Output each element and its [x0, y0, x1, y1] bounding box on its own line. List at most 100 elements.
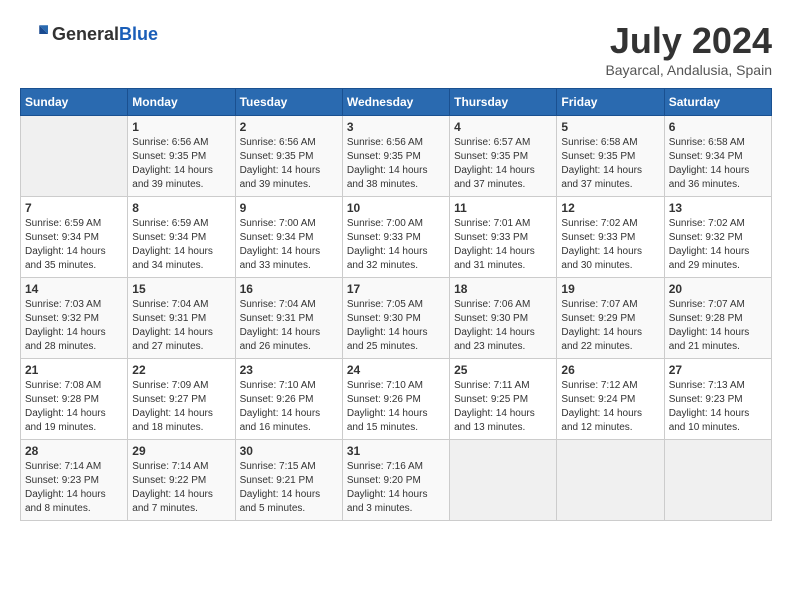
calendar-cell: 10 Sunrise: 7:00 AMSunset: 9:33 PMDayligh…	[342, 197, 449, 278]
calendar-cell: 18Sunrise: 7:06 AMSunset: 9:30 PMDayligh…	[450, 278, 557, 359]
header-day-tuesday: Tuesday	[235, 89, 342, 116]
day-number: 31	[347, 444, 445, 458]
day-info: Sunrise: 7:14 AMSunset: 9:23 PMDaylight:…	[25, 460, 123, 516]
week-row-2: 7Sunrise: 6:59 AMSunset: 9:34 PMDaylight…	[21, 197, 772, 278]
day-info: Sunrise: 6:58 AMSunset: 9:35 PMDaylight:…	[561, 136, 659, 192]
calendar-cell: 23 Sunrise: 7:10 AMSunset: 9:26 PMDayligh…	[235, 359, 342, 440]
calendar-cell: 9 Sunrise: 7:00 AMSunset: 9:34 PMDaylight…	[235, 197, 342, 278]
day-info: Sunrise: 6:56 AMSunset: 9:35 PMDaylight:…	[132, 136, 230, 192]
day-info: Sunrise: 7:09 AMSunset: 9:27 PMDaylight:…	[132, 379, 230, 435]
day-info: Sunrise: 7:03 AMSunset: 9:32 PMDaylight:…	[25, 298, 123, 354]
day-number: 8	[132, 201, 230, 215]
day-number: 11	[454, 201, 552, 215]
day-number: 27	[669, 363, 767, 377]
day-info: Sunrise: 7:07 AMSunset: 9:28 PMDaylight:…	[669, 298, 767, 354]
day-number: 2	[240, 120, 338, 134]
day-info: Sunrise: 7:04 AMSunset: 9:31 PMDaylight:…	[240, 298, 338, 354]
day-number: 9	[240, 201, 338, 215]
day-info: Sunrise: 7:07 AMSunset: 9:29 PMDaylight:…	[561, 298, 659, 354]
calendar-cell: 8Sunrise: 6:59 AMSunset: 9:34 PMDaylight…	[128, 197, 235, 278]
calendar-cell: 31 Sunrise: 7:16 AMSunset: 9:20 PMDayligh…	[342, 440, 449, 521]
day-info: Sunrise: 7:13 AMSunset: 9:23 PMDaylight:…	[669, 379, 767, 435]
day-info: Sunrise: 7:05 AMSunset: 9:30 PMDaylight:…	[347, 298, 445, 354]
day-info: Sunrise: 7:11 AMSunset: 9:25 PMDaylight:…	[454, 379, 552, 435]
calendar-cell: 22 Sunrise: 7:09 AMSunset: 9:27 PMDayligh…	[128, 359, 235, 440]
day-info: Sunrise: 7:10 AMSunset: 9:26 PMDaylight:…	[240, 379, 338, 435]
calendar-cell: 13 Sunrise: 7:02 AMSunset: 9:32 PMDayligh…	[664, 197, 771, 278]
calendar-cell: 30Sunrise: 7:15 AMSunset: 9:21 PMDayligh…	[235, 440, 342, 521]
header-row: SundayMondayTuesdayWednesdayThursdayFrid…	[21, 89, 772, 116]
day-info: Sunrise: 6:59 AMSunset: 9:34 PMDaylight:…	[25, 217, 123, 273]
header-day-friday: Friday	[557, 89, 664, 116]
title-area: July 2024 Bayarcal, Andalusia, Spain	[605, 20, 772, 78]
day-number: 18	[454, 282, 552, 296]
calendar-cell: 4Sunrise: 6:57 AMSunset: 9:35 PMDaylight…	[450, 116, 557, 197]
day-number: 1	[132, 120, 230, 134]
calendar-cell: 1 Sunrise: 6:56 AMSunset: 9:35 PMDaylight…	[128, 116, 235, 197]
calendar-body: 1 Sunrise: 6:56 AMSunset: 9:35 PMDaylight…	[21, 116, 772, 521]
day-info: Sunrise: 7:00 AMSunset: 9:34 PMDaylight:…	[240, 217, 338, 273]
header: GeneralBlue July 2024 Bayarcal, Andalusi…	[20, 20, 772, 78]
day-number: 25	[454, 363, 552, 377]
calendar-cell: 6Sunrise: 6:58 AMSunset: 9:34 PMDaylight…	[664, 116, 771, 197]
day-info: Sunrise: 6:56 AMSunset: 9:35 PMDaylight:…	[240, 136, 338, 192]
calendar-cell: 17 Sunrise: 7:05 AMSunset: 9:30 PMDayligh…	[342, 278, 449, 359]
calendar-cell: 29Sunrise: 7:14 AMSunset: 9:22 PMDayligh…	[128, 440, 235, 521]
calendar-cell: 21Sunrise: 7:08 AMSunset: 9:28 PMDayligh…	[21, 359, 128, 440]
day-info: Sunrise: 7:02 AMSunset: 9:32 PMDaylight:…	[669, 217, 767, 273]
day-number: 3	[347, 120, 445, 134]
day-number: 17	[347, 282, 445, 296]
calendar-cell: 16 Sunrise: 7:04 AMSunset: 9:31 PMDayligh…	[235, 278, 342, 359]
day-number: 12	[561, 201, 659, 215]
day-info: Sunrise: 7:15 AMSunset: 9:21 PMDaylight:…	[240, 460, 338, 516]
week-row-3: 14Sunrise: 7:03 AMSunset: 9:32 PMDayligh…	[21, 278, 772, 359]
logo-text: GeneralBlue	[52, 24, 158, 45]
logo-blue: Blue	[119, 24, 158, 44]
calendar-cell: 15 Sunrise: 7:04 AMSunset: 9:31 PMDayligh…	[128, 278, 235, 359]
day-number: 15	[132, 282, 230, 296]
calendar-cell	[557, 440, 664, 521]
calendar-cell: 24 Sunrise: 7:10 AMSunset: 9:26 PMDayligh…	[342, 359, 449, 440]
day-number: 29	[132, 444, 230, 458]
day-number: 5	[561, 120, 659, 134]
day-info: Sunrise: 7:01 AMSunset: 9:33 PMDaylight:…	[454, 217, 552, 273]
day-info: Sunrise: 6:57 AMSunset: 9:35 PMDaylight:…	[454, 136, 552, 192]
calendar-cell: 12Sunrise: 7:02 AMSunset: 9:33 PMDayligh…	[557, 197, 664, 278]
day-number: 19	[561, 282, 659, 296]
day-number: 26	[561, 363, 659, 377]
calendar-cell: 20Sunrise: 7:07 AMSunset: 9:28 PMDayligh…	[664, 278, 771, 359]
calendar-cell: 11 Sunrise: 7:01 AMSunset: 9:33 PMDayligh…	[450, 197, 557, 278]
week-row-1: 1 Sunrise: 6:56 AMSunset: 9:35 PMDaylight…	[21, 116, 772, 197]
day-info: Sunrise: 7:16 AMSunset: 9:20 PMDaylight:…	[347, 460, 445, 516]
day-number: 16	[240, 282, 338, 296]
calendar-cell: 19 Sunrise: 7:07 AMSunset: 9:29 PMDayligh…	[557, 278, 664, 359]
header-day-saturday: Saturday	[664, 89, 771, 116]
day-info: Sunrise: 7:04 AMSunset: 9:31 PMDaylight:…	[132, 298, 230, 354]
calendar-header: SundayMondayTuesdayWednesdayThursdayFrid…	[21, 89, 772, 116]
day-info: Sunrise: 7:00 AMSunset: 9:33 PMDaylight:…	[347, 217, 445, 273]
calendar-cell: 28Sunrise: 7:14 AMSunset: 9:23 PMDayligh…	[21, 440, 128, 521]
day-number: 13	[669, 201, 767, 215]
calendar-cell: 2 Sunrise: 6:56 AMSunset: 9:35 PMDaylight…	[235, 116, 342, 197]
day-number: 23	[240, 363, 338, 377]
day-number: 22	[132, 363, 230, 377]
day-number: 10	[347, 201, 445, 215]
logo: GeneralBlue	[20, 20, 158, 48]
location: Bayarcal, Andalusia, Spain	[605, 62, 772, 78]
day-number: 21	[25, 363, 123, 377]
day-info: Sunrise: 7:10 AMSunset: 9:26 PMDaylight:…	[347, 379, 445, 435]
month-year: July 2024	[605, 20, 772, 62]
day-number: 6	[669, 120, 767, 134]
calendar-cell	[664, 440, 771, 521]
calendar-cell: 14Sunrise: 7:03 AMSunset: 9:32 PMDayligh…	[21, 278, 128, 359]
day-info: Sunrise: 6:56 AMSunset: 9:35 PMDaylight:…	[347, 136, 445, 192]
calendar: SundayMondayTuesdayWednesdayThursdayFrid…	[20, 88, 772, 521]
logo-icon	[20, 20, 48, 48]
day-number: 24	[347, 363, 445, 377]
calendar-cell: 7Sunrise: 6:59 AMSunset: 9:34 PMDaylight…	[21, 197, 128, 278]
day-info: Sunrise: 7:12 AMSunset: 9:24 PMDaylight:…	[561, 379, 659, 435]
logo-general: General	[52, 24, 119, 44]
calendar-cell: 3 Sunrise: 6:56 AMSunset: 9:35 PMDaylight…	[342, 116, 449, 197]
header-day-thursday: Thursday	[450, 89, 557, 116]
calendar-cell: 27 Sunrise: 7:13 AMSunset: 9:23 PMDayligh…	[664, 359, 771, 440]
